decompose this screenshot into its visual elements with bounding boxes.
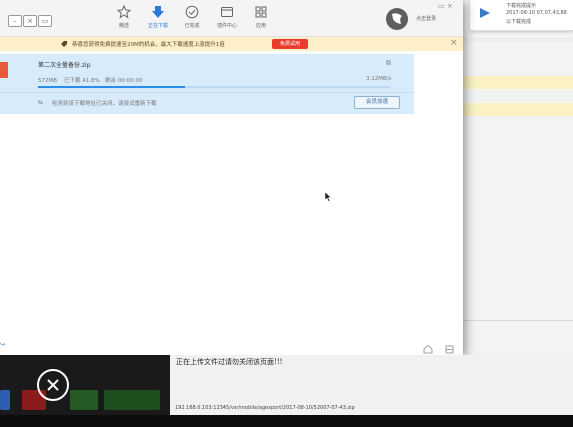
- window-restore-button[interactable]: ▭: [38, 15, 52, 27]
- app-logo-icon: [480, 8, 490, 18]
- close-overlay-button[interactable]: [37, 369, 69, 401]
- overlay-button[interactable]: [70, 390, 98, 410]
- mouse-cursor-icon: [325, 192, 332, 202]
- window-controls-icon[interactable]: ▭ ×: [438, 2, 453, 10]
- bottom-bar: [0, 415, 573, 427]
- overlay-button[interactable]: [0, 390, 10, 410]
- tool-featured[interactable]: 精选: [106, 5, 142, 29]
- login-link[interactable]: 点击登录: [416, 15, 436, 22]
- rocket-icon: [61, 41, 67, 47]
- file-size: 572MB: [38, 78, 58, 84]
- tool-downloading[interactable]: 正在下载: [140, 5, 176, 29]
- window-button[interactable]: –: [8, 15, 22, 27]
- folder-icon[interactable]: ⧉: [386, 59, 391, 68]
- link-icon: ⇆: [38, 99, 44, 106]
- check-circle-icon: [185, 5, 199, 19]
- notification-status: 以下载完成: [506, 19, 532, 25]
- status-bar-url: 192.168.0.103:12345/vsr/mobile/agexport/…: [175, 405, 355, 411]
- plugin-icon: [221, 7, 233, 17]
- progress-fill: [38, 86, 186, 88]
- home-and-settings-icons[interactable]: [422, 344, 454, 354]
- download-arrow-icon: [152, 6, 164, 18]
- download-notification[interactable]: 下载完成提示 2017-08-10 07,07,43,88 以下载完成: [470, 0, 573, 31]
- notification-time: 2017-08-10 07,07,43,88: [506, 10, 567, 16]
- background-divider: [455, 320, 573, 321]
- bird-logo-icon: [392, 13, 402, 24]
- tool-label: 应用: [255, 23, 266, 29]
- upload-warning: 正在上传文件过请勿关闭该页面!!!: [176, 358, 283, 366]
- vip-accelerate-button[interactable]: 会员加速: [354, 96, 400, 109]
- tool-label: 正在下载: [147, 23, 168, 29]
- downloader-window: – × ▭ 精选 正在下载 已完成 插件中心 应用 点击登录 ▭ × 恭喜您获得…: [0, 0, 463, 355]
- free-trial-button[interactable]: 免费试用: [272, 39, 308, 49]
- window-close-button[interactable]: ×: [23, 15, 37, 27]
- star-icon: [117, 5, 131, 19]
- toolbar: – × ▭ 精选 正在下载 已完成 插件中心 应用 点击登录 ▭ ×: [0, 0, 463, 37]
- background-highlight-row: [455, 103, 573, 116]
- background-highlight-row: [455, 76, 573, 89]
- task-info: 572MB 已下载 41.8% 剩余 00:00:00: [38, 76, 142, 84]
- tool-apps[interactable]: 应用: [243, 5, 279, 29]
- close-icon: [47, 379, 59, 391]
- close-icon[interactable]: ×: [450, 38, 458, 48]
- divider: [0, 92, 414, 93]
- banner-text: 恭喜您获得免费提速至20M的机会，最大下载速度上涨提升1倍: [72, 42, 225, 48]
- avatar[interactable]: [386, 8, 408, 30]
- apps-grid-icon: [255, 6, 267, 18]
- background-divider: [455, 37, 573, 42]
- remaining-time: 剩余 00:00:00: [105, 78, 143, 84]
- progress-bar: [38, 86, 390, 88]
- download-task[interactable]: 第二次全量备份.zip ⧉ 572MB 已下载 41.8% 剩余 00:00:0…: [0, 54, 414, 114]
- zip-file-icon: [0, 62, 8, 78]
- tool-label: 插件中心: [216, 23, 237, 29]
- tool-completed[interactable]: 已完成: [174, 5, 210, 29]
- task-hint: 检测到该下载地址已关闭，请尝试重新下载: [52, 101, 157, 107]
- progress-text: 已下载 41.8%: [64, 78, 100, 84]
- promo-banner: 恭喜您获得免费提速至20M的机会，最大下载速度上涨提升1倍 免费试用 ×: [0, 37, 463, 51]
- tool-label: 精选: [118, 23, 129, 29]
- tool-plugins[interactable]: 插件中心: [209, 5, 245, 29]
- download-speed: 3.12MB/s: [366, 76, 392, 82]
- notification-title: 下载完成提示: [506, 3, 537, 9]
- file-name: 第二次全量备份.zip: [38, 62, 91, 69]
- overlay-button[interactable]: [104, 390, 160, 410]
- tool-label: 已完成: [184, 23, 200, 29]
- sidebar-edge-icon[interactable]: ↪: [0, 341, 5, 348]
